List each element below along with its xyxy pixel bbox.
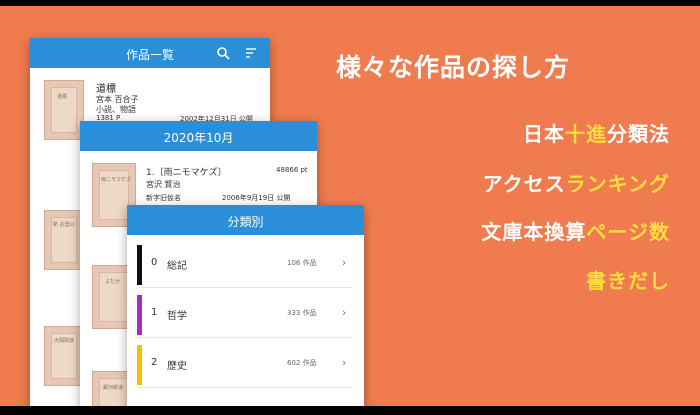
feature-pages: 文庫本換算ページ数 xyxy=(481,220,670,244)
chevron-right-icon: › xyxy=(342,256,347,269)
feature-ndc: 日本十進分類法 xyxy=(523,122,670,146)
category-color-bar xyxy=(137,295,142,335)
ranking-work-title[interactable]: 1.〔雨ニモマケズ〕 xyxy=(146,165,227,178)
category-name: 総記 xyxy=(167,261,187,272)
category-color-bar xyxy=(137,245,142,285)
sort-icon[interactable] xyxy=(244,46,258,60)
search-icon[interactable] xyxy=(216,46,230,60)
work-list-appbar: 作品一覧 xyxy=(30,38,270,68)
work-title[interactable]: 道標 xyxy=(96,80,116,95)
ranking-appbar: 2020年10月 xyxy=(80,121,317,151)
ranking-title: 2020年10月 xyxy=(163,131,234,145)
category-color-bar xyxy=(137,345,142,385)
category-title: 分類別 xyxy=(227,215,264,229)
category-row-2[interactable]: 2 歴史 602 作品 › xyxy=(137,337,352,388)
category-name: 哲学 xyxy=(167,311,187,322)
chevron-right-icon: › xyxy=(342,306,347,319)
category-row-1[interactable]: 1 哲学 333 作品 › xyxy=(137,287,352,338)
book-cover-thumbnail[interactable]: 大岡政談 xyxy=(44,326,84,386)
category-count: 333 作品 xyxy=(287,309,317,317)
bottom-black-bar xyxy=(0,406,700,415)
category-appbar: 分類別 xyxy=(127,205,364,235)
ranking-notation: 新字旧仮名 xyxy=(146,194,181,202)
book-cover-thumbnail[interactable]: 道標 xyxy=(44,80,84,140)
category-row-0[interactable]: 0 総記 106 作品 › xyxy=(137,237,352,288)
feature-ranking: アクセスランキング xyxy=(482,172,670,196)
chevron-right-icon: › xyxy=(342,356,347,369)
book-cover-thumbnail[interactable]: 新 お登以 xyxy=(44,210,84,270)
category-name: 歴史 xyxy=(167,361,187,372)
ranking-points: 48866 pt xyxy=(276,166,308,174)
category-count: 602 作品 xyxy=(287,359,317,367)
feature-opening: 書きだし xyxy=(586,269,670,293)
promo-canvas: 作品一覧 道標 道標 宮本 百合子 小説、物語 1381 P 2002年12月3… xyxy=(0,0,700,415)
category-count: 106 作品 xyxy=(287,259,317,267)
category-screen: 分類別 0 総記 106 作品 › 1 哲学 333 作品 › 2 歴史 602… xyxy=(127,205,364,415)
top-black-bar xyxy=(0,0,700,6)
work-list-title: 作品一覧 xyxy=(125,48,174,62)
promo-heading: 様々な作品の探し方 xyxy=(336,53,571,82)
ranking-author: 宮沢 賢治 xyxy=(146,180,181,189)
ranking-date: 2006年9月19日 公開 xyxy=(222,194,291,202)
